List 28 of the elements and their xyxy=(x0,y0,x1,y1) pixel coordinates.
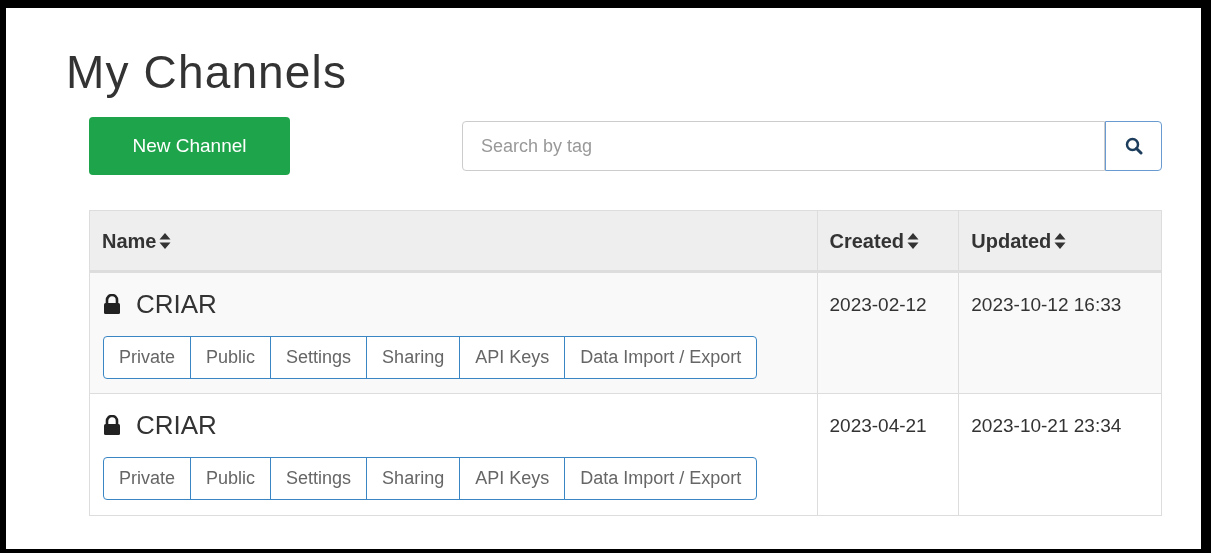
created-date: 2023-02-12 xyxy=(829,294,927,315)
channel-action-button[interactable]: Data Import / Export xyxy=(564,457,758,500)
search-field[interactable]: Search by tag xyxy=(462,121,1105,171)
channel-action-button[interactable]: API Keys xyxy=(459,457,566,500)
channel-action-button[interactable]: Private xyxy=(103,457,192,500)
channel-action-button[interactable]: Private xyxy=(103,336,192,379)
column-header[interactable]: Updated xyxy=(971,225,1052,256)
channel-name[interactable]: CRIAR xyxy=(136,410,217,440)
search-icon xyxy=(1124,137,1143,155)
channel-action-button[interactable]: API Keys xyxy=(459,336,566,379)
page-title: My Channels xyxy=(66,46,348,98)
sort-icon[interactable] xyxy=(1054,231,1067,250)
channel-action-button[interactable]: Public xyxy=(190,336,272,379)
search-button[interactable] xyxy=(1105,121,1162,171)
channel-action-button[interactable]: Settings xyxy=(270,457,368,500)
channel-action-button[interactable]: Settings xyxy=(270,336,368,379)
sort-icon[interactable] xyxy=(159,231,172,250)
channel-action-button[interactable]: Data Import / Export xyxy=(564,336,758,379)
updated-date: 2023-10-21 23:34 xyxy=(971,415,1122,436)
created-date: 2023-04-21 xyxy=(829,415,927,436)
channel-action-button[interactable]: Public xyxy=(190,457,272,500)
channel-action-button[interactable]: Sharing xyxy=(366,457,461,500)
column-header[interactable]: Name xyxy=(102,225,157,256)
channel-name[interactable]: CRIAR xyxy=(136,289,217,319)
sort-icon[interactable] xyxy=(907,231,919,250)
new-channel-button[interactable]: New Channel xyxy=(89,117,290,175)
channel-action-button[interactable]: Sharing xyxy=(366,336,461,379)
updated-date: 2023-10-12 16:33 xyxy=(971,294,1122,315)
